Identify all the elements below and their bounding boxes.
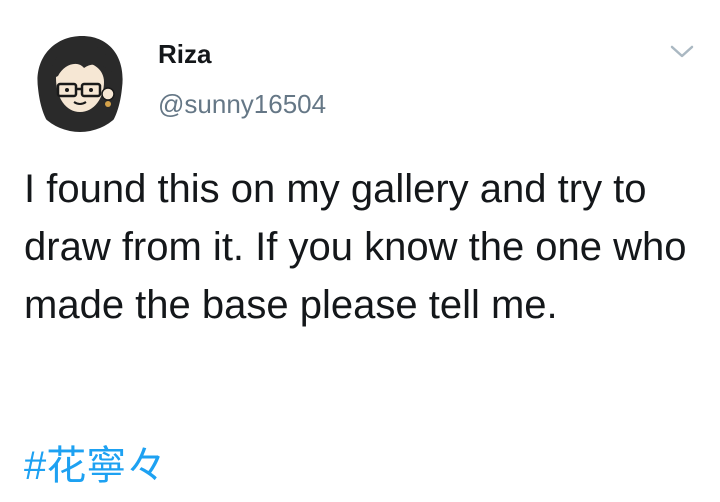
tweet-text: I found this on my gallery and try to dr…	[24, 167, 687, 327]
chevron-down-icon[interactable]	[668, 42, 696, 62]
avatar-illustration	[28, 28, 132, 132]
tweet-card: Riza @sunny16504 I found this on my gall…	[0, 0, 720, 502]
hashtag-link[interactable]: #花寧々	[24, 440, 166, 492]
author-display-name[interactable]: Riza	[158, 38, 211, 70]
author-handle[interactable]: @sunny16504	[158, 88, 326, 120]
avatar[interactable]	[28, 28, 132, 132]
